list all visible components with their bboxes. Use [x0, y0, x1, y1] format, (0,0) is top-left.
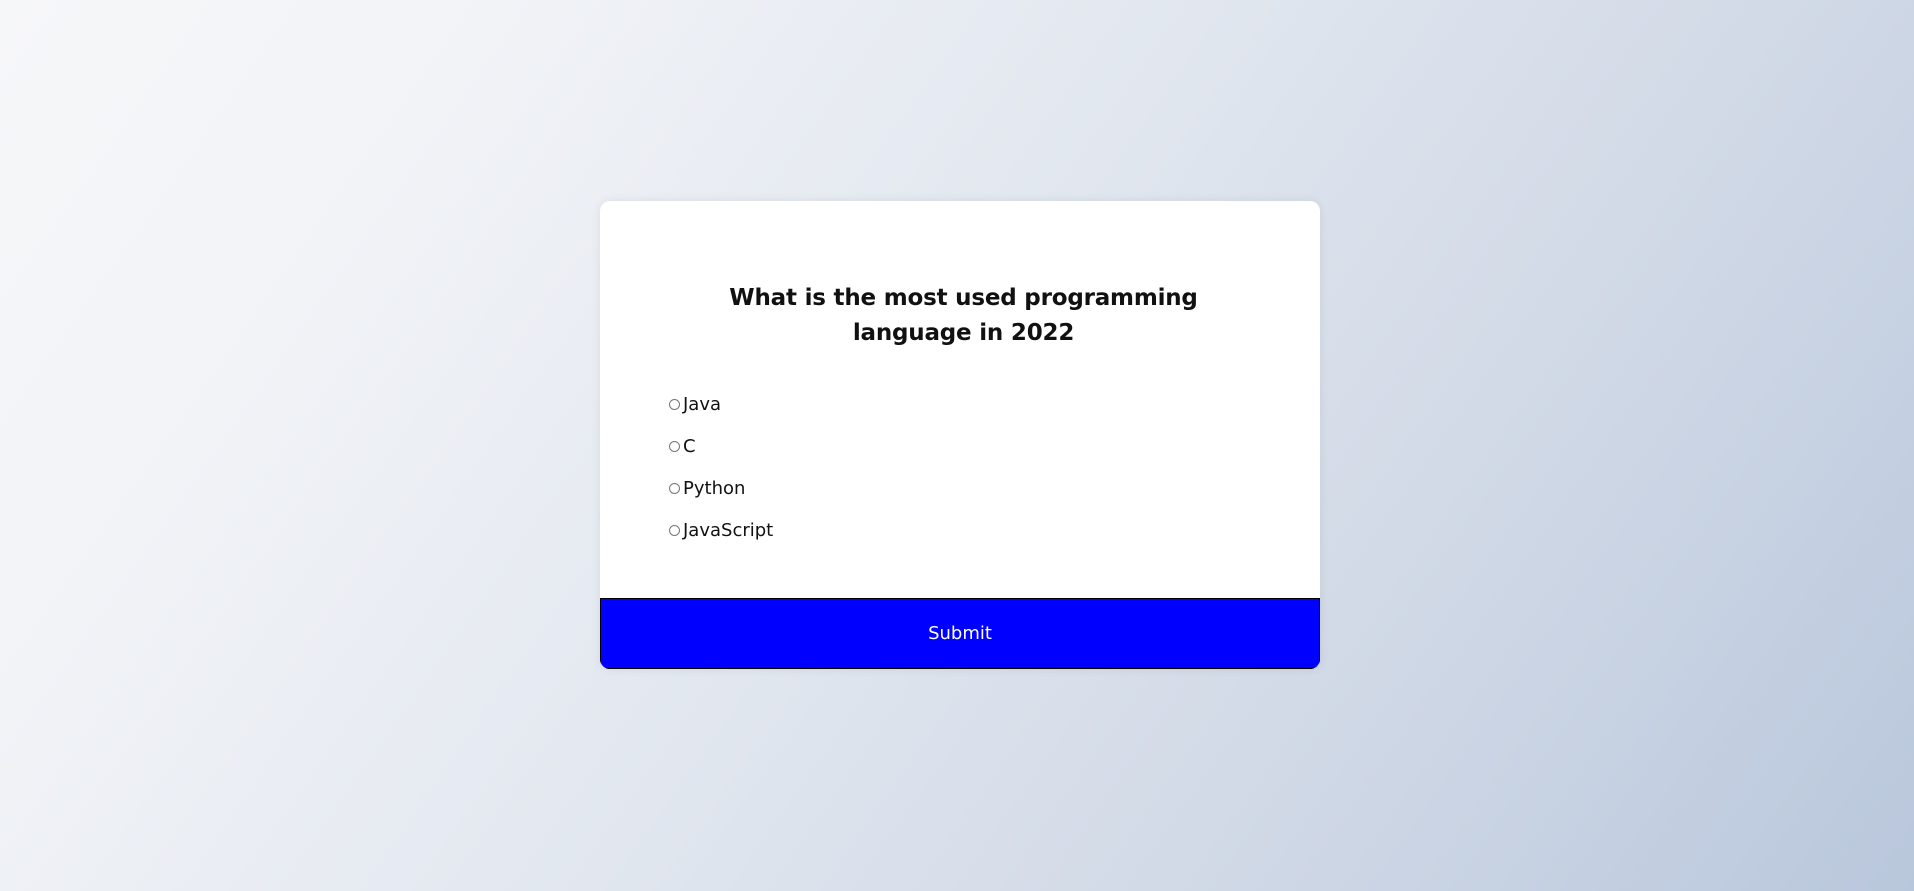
quiz-card: What is the most used programming langua…: [600, 201, 1320, 669]
answer-radio-python[interactable]: [669, 482, 680, 494]
answer-radio-java[interactable]: [669, 398, 680, 410]
answer-radio-c[interactable]: [669, 440, 680, 452]
quiz-body: What is the most used programming langua…: [600, 201, 1320, 598]
answer-option-java[interactable]: Java: [667, 383, 1260, 425]
answer-label-python[interactable]: Python: [683, 478, 745, 499]
answer-option-c[interactable]: C: [667, 425, 1260, 467]
question-heading: What is the most used programming langua…: [729, 285, 1198, 346]
submit-button[interactable]: Submit: [600, 598, 1320, 669]
answer-option-python[interactable]: Python: [667, 467, 1260, 509]
answer-radio-javascript[interactable]: [669, 524, 680, 536]
answer-option-javascript[interactable]: JavaScript: [667, 509, 1260, 551]
answer-label-c[interactable]: C: [683, 436, 696, 457]
answer-label-javascript[interactable]: JavaScript: [683, 520, 773, 541]
answer-label-java[interactable]: Java: [683, 394, 721, 415]
answer-list: Java C Python JavaScript: [667, 383, 1260, 551]
